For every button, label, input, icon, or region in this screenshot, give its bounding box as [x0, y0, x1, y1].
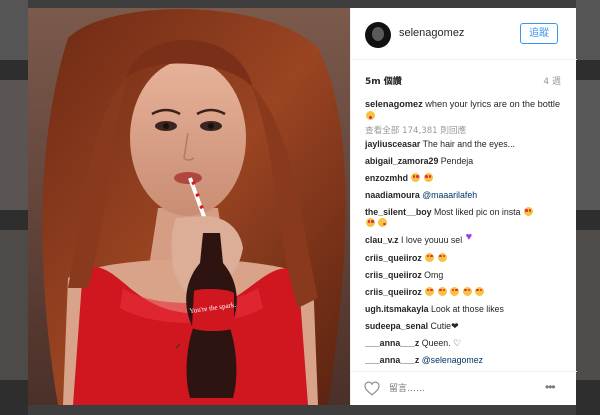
follow-button[interactable]: 追蹤	[520, 23, 558, 44]
comment-username[interactable]: criis_queiiroz	[365, 253, 422, 263]
background-thumbnail	[0, 230, 28, 380]
comment-row: ___anna___z @selenagomez	[365, 355, 565, 366]
comment-row: naadiamoura @maaarilafeh	[365, 190, 565, 201]
comment-mention[interactable]: @selenagomez	[422, 355, 483, 365]
comment-row: clau_v.z I love youuu sel	[365, 232, 565, 246]
tongue-emoji-icon	[366, 111, 375, 120]
background-strip	[28, 0, 576, 8]
post-photo[interactable]: You're the spark.	[28, 8, 350, 405]
comment-text: Look at those likes	[431, 303, 504, 314]
comment-row: criis_queiiroz	[365, 252, 565, 264]
comments-list: selenagomez when your lyrics are on the …	[365, 98, 565, 366]
heart-eyes-emoji-icon	[425, 252, 435, 262]
comment-mention[interactable]: @maaarilafeh	[422, 190, 477, 200]
heart-eyes-emoji-icon	[411, 173, 421, 183]
comment-username[interactable]: naadiamoura	[365, 190, 420, 200]
comment-username[interactable]: criis_queiiroz	[365, 270, 422, 280]
likes-count[interactable]: 5m 個讚	[365, 74, 402, 87]
comment-username[interactable]: abigail_zamora29	[365, 156, 438, 166]
comment-username[interactable]: the_silent__boy	[365, 207, 432, 217]
comment-row: ___anna___z Queen. ♡	[365, 338, 565, 349]
heart-eyes-emoji-icon	[425, 286, 435, 296]
heart-eyes-emoji-icon	[462, 286, 472, 296]
photo-illustration: You're the spark.	[28, 8, 350, 405]
comment-row: criis_queiiroz Omg	[365, 270, 565, 281]
comment-row: enzozmhd	[365, 173, 565, 184]
comment-row: jayliusceasar The hair and the eyes...	[365, 139, 565, 150]
heart-eyes-emoji-icon	[437, 286, 447, 296]
background-strip	[28, 405, 576, 415]
background-thumbnail	[576, 230, 600, 380]
caption-text: when your lyrics are on the bottle	[425, 99, 561, 109]
comment-row: sudeepa_senal Cutie❤	[365, 321, 565, 332]
comment-username[interactable]: enzozmhd	[365, 173, 408, 183]
background-thumbnail	[576, 0, 600, 60]
comment-username[interactable]: ugh.itsmakayla	[365, 304, 429, 314]
kiss-emoji-icon	[378, 218, 388, 228]
comment-username[interactable]: criis_queiiroz	[365, 287, 422, 297]
heart-eyes-emoji-icon	[437, 252, 447, 262]
background-thumbnail	[0, 0, 28, 60]
comment-row: ugh.itsmakayla Look at those likes	[365, 304, 565, 315]
comment-footer: •••	[351, 371, 577, 405]
heart-eyes-emoji-icon	[450, 286, 460, 296]
likes-row: 5m 個讚 4 週	[365, 72, 561, 88]
comment-text: Omg	[424, 269, 444, 280]
post-sidebar: selenagomez 追蹤 5m 個讚 4 週 selenagomez whe…	[350, 8, 577, 405]
comment-input[interactable]	[389, 381, 519, 396]
comment-username[interactable]: sudeepa_senal	[365, 321, 428, 331]
comment-text: Queen. ♡	[421, 338, 461, 349]
comment-row: abigail_zamora29 Pendeja	[365, 156, 565, 167]
heart-icon[interactable]	[364, 381, 380, 396]
post-header: selenagomez 追蹤	[351, 8, 577, 60]
post-age[interactable]: 4 週	[543, 74, 561, 87]
background-thumbnail	[576, 80, 600, 210]
comment-text: The hair and the eyes...	[422, 139, 516, 149]
header-username[interactable]: selenagomez	[399, 27, 464, 39]
comment-row: the_silent__boy Most liked pic on insta	[365, 207, 565, 229]
heart-eyes-emoji-icon	[423, 173, 433, 183]
caption: selenagomez when your lyrics are on the …	[365, 98, 565, 122]
comment-text: Cutie❤	[430, 320, 459, 331]
heart-eyes-emoji-icon	[366, 218, 375, 228]
comment-username[interactable]: jayliusceasar	[365, 139, 420, 149]
comment-username[interactable]: ___anna___z	[365, 355, 419, 365]
comment-username[interactable]: clau_v.z	[365, 235, 399, 245]
post-modal: You're the spark. selenagomez 追蹤 5m 個讚 4…	[28, 8, 577, 405]
heart-eyes-emoji-icon	[474, 286, 484, 296]
view-all-comments-link[interactable]: 查看全部 174,381 則回應	[365, 124, 565, 136]
caption-username[interactable]: selenagomez	[365, 99, 423, 109]
comment-text: Most liked pic on insta	[433, 207, 521, 218]
more-options-icon[interactable]: •••	[545, 381, 565, 394]
comment-username[interactable]: ___anna___z	[365, 338, 419, 348]
comment-text: Pendeja	[440, 156, 474, 167]
comment-text: I love youuu sel	[401, 235, 463, 246]
comment-row: criis_queiiroz	[365, 286, 565, 298]
avatar[interactable]	[365, 22, 391, 48]
background-thumbnail	[0, 80, 28, 210]
purple-heart-emoji-icon	[466, 232, 476, 244]
heart-eyes-emoji-icon	[523, 207, 533, 217]
